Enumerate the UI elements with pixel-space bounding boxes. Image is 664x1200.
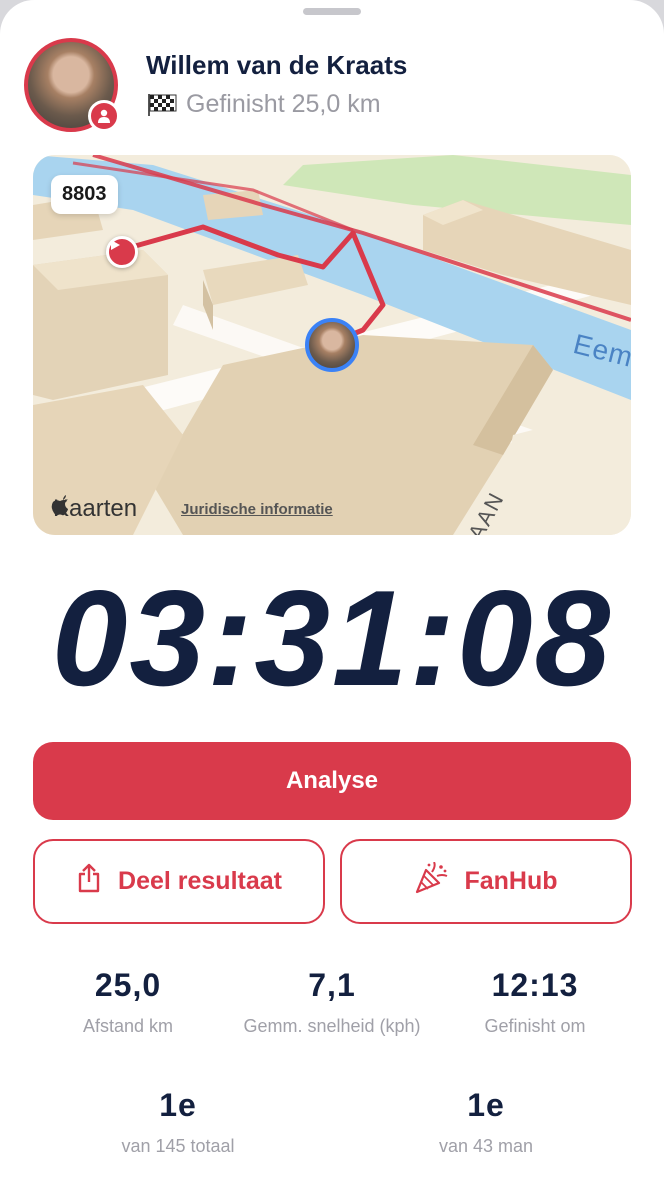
checkered-flag-icon	[146, 93, 178, 117]
ranking-value: 1e	[159, 1087, 197, 1123]
stat-avg-speed: 7,1 Gemm. snelheid (kph)	[222, 967, 442, 1037]
ranking-value: 1e	[467, 1087, 505, 1123]
start-marker-icon[interactable]	[106, 236, 138, 268]
share-icon	[76, 863, 102, 900]
sheet-grabber[interactable]	[303, 8, 361, 15]
stat-finish-time: 12:13 Gefinisht om	[455, 967, 615, 1037]
fanhub-button[interactable]: FanHub	[340, 839, 632, 924]
stat-distance: 25,0 Afstand km	[48, 967, 208, 1037]
person-icon	[88, 100, 120, 132]
route-map[interactable]: 8803 Eem AAN Kaarten Juridische informat…	[33, 155, 631, 535]
legal-info-link[interactable]: Juridische informatie	[181, 501, 333, 518]
share-result-label: Deel resultaat	[118, 867, 282, 895]
maps-attribution: Kaarten	[51, 495, 137, 523]
athlete-name: Willem van de Kraats	[146, 50, 408, 80]
stat-value: 12:13	[491, 967, 579, 1003]
stat-value: 25,0	[94, 967, 162, 1003]
share-result-button[interactable]: Deel resultaat	[33, 839, 325, 924]
analyse-button[interactable]: Analyse	[33, 742, 631, 820]
stat-label: Gemm. snelheid (kph)	[243, 1016, 421, 1036]
status-text: Gefinisht 25,0 km	[186, 90, 381, 118]
finish-time: 03:31:08	[51, 562, 613, 714]
fanhub-label: FanHub	[464, 867, 558, 895]
bib-number-label: 8803	[51, 175, 118, 214]
ranking-overall: 1e van 145 totaal	[88, 1087, 268, 1157]
athlete-avatar[interactable]	[24, 38, 120, 132]
stat-value: 7,1	[308, 967, 356, 1003]
party-popper-icon	[414, 861, 448, 901]
athlete-status: Gefinisht 25,0 km	[146, 90, 381, 119]
ranking-gender: 1e van 43 man	[396, 1087, 576, 1157]
runner-location-avatar[interactable]	[305, 318, 359, 372]
ranking-label: van 43 man	[438, 1136, 534, 1156]
results-sheet: Willem van de Kraats Gefinisht 25,0 km 8…	[0, 0, 664, 1200]
stat-label: Afstand km	[82, 1016, 174, 1036]
stat-label: Gefinisht om	[484, 1016, 586, 1036]
ranking-label: van 145 totaal	[121, 1136, 235, 1156]
